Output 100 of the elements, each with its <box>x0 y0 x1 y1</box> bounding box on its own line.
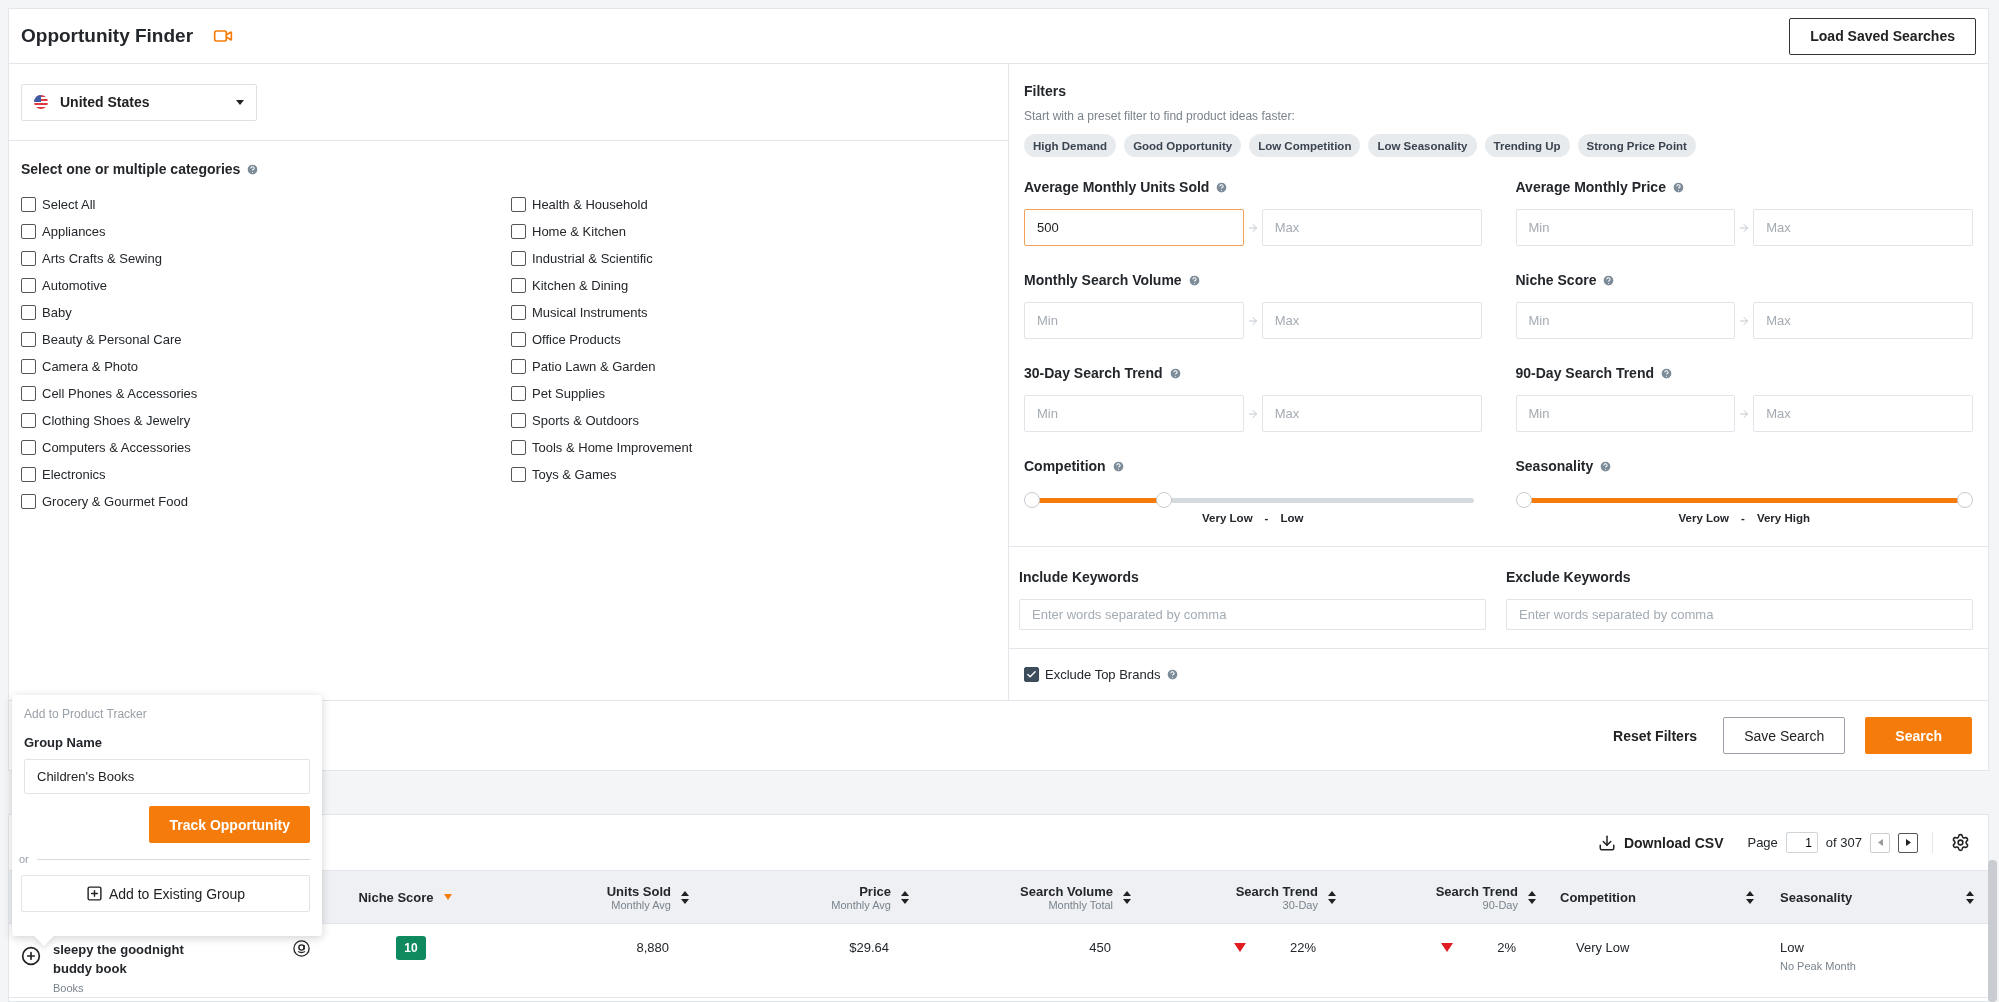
filters-title: Filters <box>1024 83 1066 99</box>
checkbox[interactable] <box>21 305 36 320</box>
category-label: Beauty & Personal Care <box>42 332 182 347</box>
popover-caption: Add to Product Tracker <box>24 707 148 721</box>
table-cell: 8,880 <box>636 940 669 955</box>
column-header[interactable]: Search Volume <box>1020 883 1113 899</box>
scrollbar[interactable] <box>1988 860 1997 1002</box>
help-icon <box>1671 180 1685 194</box>
arrow-right-icon <box>1246 221 1259 234</box>
category-label: Camera & Photo <box>42 359 139 374</box>
preset-chip[interactable]: High Demand <box>1024 134 1117 157</box>
checkbox[interactable] <box>21 386 36 401</box>
add-to-existing-group-button[interactable]: Add to Existing Group <box>21 875 310 912</box>
range-slider[interactable] <box>1515 492 1973 509</box>
reset-filters-button[interactable]: Reset Filters <box>1607 726 1704 745</box>
sort-icon[interactable] <box>1528 890 1536 904</box>
settings-icon[interactable] <box>1951 833 1970 852</box>
slider-thumb[interactable] <box>1024 492 1040 508</box>
sort-icon[interactable] <box>1123 890 1131 904</box>
sort-icon[interactable] <box>1746 890 1754 904</box>
help-icon <box>1215 180 1229 194</box>
checkbox[interactable] <box>21 413 36 428</box>
sort-icon[interactable] <box>681 890 689 904</box>
range-input[interactable]: Min <box>1515 302 1736 339</box>
checkbox[interactable] <box>21 494 36 509</box>
keywords-input[interactable]: Enter words separated by comma <box>1019 599 1486 630</box>
slider-thumb[interactable] <box>1156 492 1173 508</box>
arrow-right-icon <box>1246 407 1259 420</box>
checkbox[interactable] <box>21 224 36 239</box>
category-label: Automotive <box>42 278 108 293</box>
country-select[interactable]: United States <box>21 83 257 121</box>
range-input[interactable]: 500 <box>1024 209 1244 246</box>
column-header[interactable]: Price <box>859 883 891 899</box>
keywords-input[interactable]: Enter words separated by comma <box>1506 599 1973 630</box>
checkbox[interactable] <box>511 332 526 347</box>
checkbox[interactable] <box>21 359 36 374</box>
preset-chip[interactable]: Low Competition <box>1249 134 1361 157</box>
save-search-button[interactable]: Save Search <box>1723 717 1846 754</box>
previous-page-button[interactable] <box>1870 832 1890 853</box>
checkbox[interactable] <box>511 440 526 455</box>
checkbox[interactable] <box>21 467 36 482</box>
range-input[interactable]: Max <box>1261 209 1482 246</box>
sort-icon[interactable] <box>1328 890 1336 904</box>
preset-chip[interactable]: Strong Price Point <box>1577 134 1696 157</box>
column-header[interactable]: Search Trend <box>1435 883 1518 899</box>
sort-icon[interactable] <box>1966 890 1974 904</box>
column-subheader: Monthly Avg <box>611 898 671 911</box>
column-header[interactable]: Search Trend <box>1235 883 1318 899</box>
next-page-button[interactable] <box>1898 832 1918 853</box>
column-header[interactable]: Niche Score <box>358 889 434 905</box>
page-input[interactable]: 1 <box>1785 832 1818 853</box>
slider-thumb[interactable] <box>1515 492 1532 508</box>
checkbox[interactable] <box>511 359 526 374</box>
checkbox[interactable] <box>21 332 36 347</box>
slider-thumb[interactable] <box>1957 492 1973 508</box>
download-csv-button[interactable]: Download CSV <box>1591 832 1730 853</box>
range-input[interactable]: Max <box>1261 302 1482 339</box>
help-icon <box>246 162 260 176</box>
range-input[interactable]: Max <box>1753 395 1973 432</box>
range-input[interactable]: Max <box>1261 395 1482 432</box>
checkbox[interactable] <box>21 197 36 212</box>
checkbox[interactable] <box>511 251 526 266</box>
checkbox[interactable] <box>21 278 36 293</box>
range-input[interactable]: Max <box>1753 302 1973 339</box>
checkbox[interactable] <box>1024 667 1039 682</box>
checkbox[interactable] <box>21 440 36 455</box>
checkbox[interactable] <box>511 413 526 428</box>
preset-chip[interactable]: Low Seasonality <box>1368 134 1477 157</box>
group-name-input[interactable]: Children's Books <box>24 759 310 794</box>
filter-label: Monthly Search Volume <box>1024 272 1182 288</box>
arrow-right-icon <box>1738 314 1751 327</box>
category-label: Musical Instruments <box>532 305 648 320</box>
checkbox[interactable] <box>511 386 526 401</box>
checkbox[interactable] <box>511 467 526 482</box>
column-header[interactable]: Competition <box>1560 889 1636 905</box>
slider-reading: Low <box>1280 512 1304 524</box>
column-header[interactable]: Seasonality <box>1780 889 1853 905</box>
category-label: Health & Household <box>532 197 648 212</box>
sort-icon[interactable] <box>901 890 909 904</box>
checkbox[interactable] <box>511 197 526 212</box>
checkbox[interactable] <box>21 251 36 266</box>
add-circle-icon[interactable] <box>21 946 41 966</box>
checkbox[interactable] <box>511 278 526 293</box>
category-label: Toys & Games <box>532 467 617 482</box>
slider-separator: - <box>1741 512 1745 524</box>
amazon-logo-icon[interactable] <box>292 940 310 957</box>
caret-icon <box>236 99 244 105</box>
load-saved-searches-button[interactable]: Load Saved Searches <box>1789 17 1976 55</box>
column-header[interactable]: Units Sold <box>606 883 671 899</box>
preset-chip[interactable]: Good Opportunity <box>1124 134 1242 157</box>
range-input[interactable]: Max <box>1753 209 1973 246</box>
range-input[interactable]: Min <box>1515 209 1736 246</box>
checkbox[interactable] <box>511 224 526 239</box>
category-label: Tools & Home Improvement <box>532 440 693 455</box>
range-input[interactable]: Min <box>1024 395 1244 432</box>
checkbox[interactable] <box>511 305 526 320</box>
range-input[interactable]: Min <box>1024 302 1244 339</box>
preset-chip[interactable]: Trending Up <box>1484 134 1570 157</box>
product-name[interactable]: sleepy the goodnight buddy book <box>53 940 193 978</box>
range-input[interactable]: Min <box>1515 395 1736 432</box>
